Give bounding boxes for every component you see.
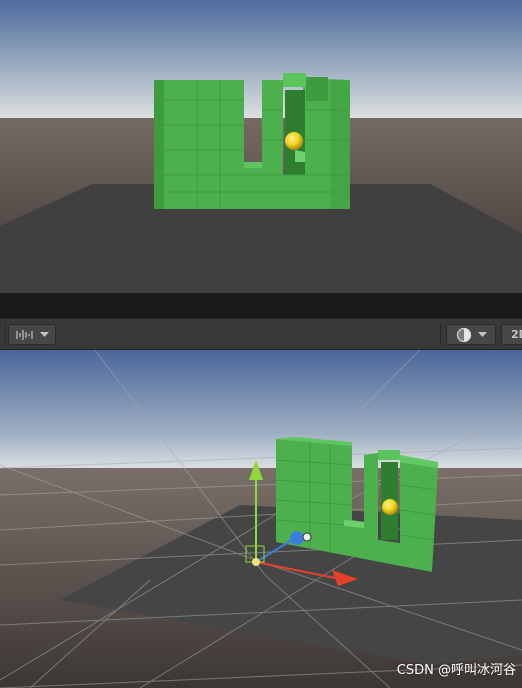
sphere-shading-icon bbox=[456, 327, 472, 343]
gizmo-center-icon[interactable] bbox=[252, 558, 260, 566]
2d-mode-label: 2D bbox=[511, 328, 522, 341]
chevron-down-icon bbox=[39, 331, 49, 338]
toolbar-separator bbox=[440, 324, 441, 345]
view-divider bbox=[0, 293, 522, 318]
scene-view-render bbox=[0, 350, 522, 688]
sky bbox=[0, 0, 522, 118]
scene-view[interactable]: CSDN @呼叫冰河谷 bbox=[0, 350, 522, 688]
audio-toggle-dropdown[interactable] bbox=[8, 324, 56, 345]
game-view[interactable] bbox=[0, 0, 522, 293]
2d-mode-button[interactable]: 2D bbox=[501, 324, 522, 345]
audio-waveform-icon bbox=[15, 329, 34, 341]
ball bbox=[285, 132, 303, 150]
toolbar-separator bbox=[5, 324, 6, 345]
watermark: CSDN @呼叫冰河谷 bbox=[396, 663, 516, 678]
shading-mode-dropdown[interactable] bbox=[446, 324, 496, 345]
ball bbox=[382, 499, 398, 515]
game-view-render bbox=[0, 0, 522, 293]
gizmo-handle-icon[interactable] bbox=[302, 532, 312, 542]
scene-toolbar: 2D bbox=[0, 318, 522, 350]
chevron-down-icon bbox=[477, 331, 487, 338]
gizmo-z-cone-icon[interactable] bbox=[290, 531, 304, 545]
